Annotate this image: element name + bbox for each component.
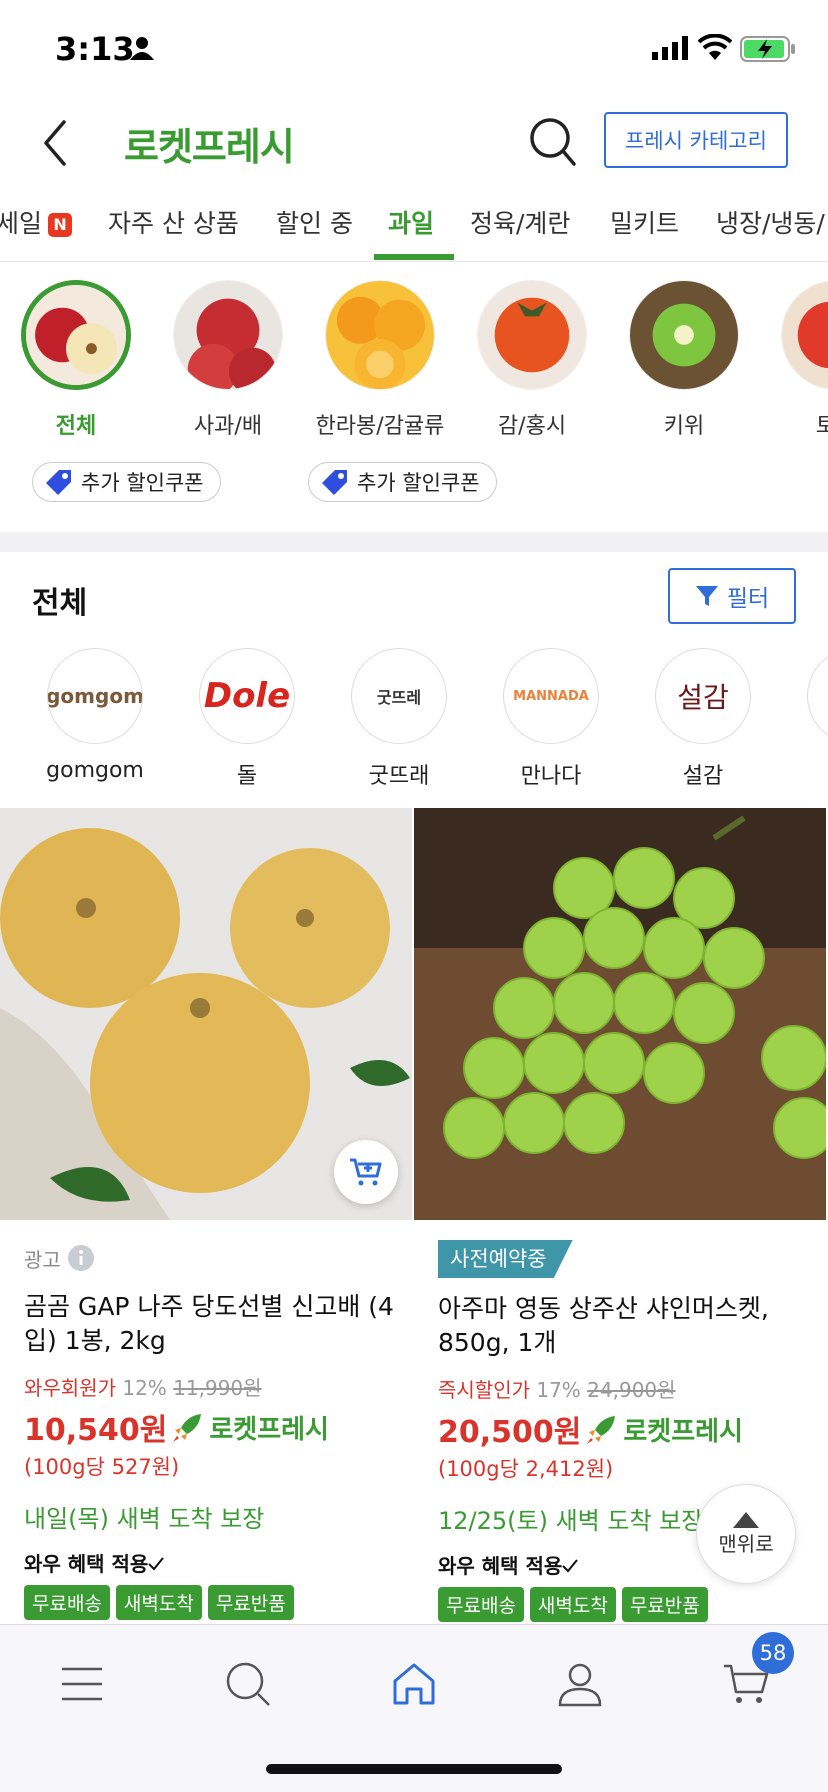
unit-price: (100g당 2,412원) (438, 1457, 614, 1481)
wow-benefit: 와우 혜택 적용 (24, 1548, 424, 1577)
brand-partial[interactable] (795, 648, 828, 744)
home-icon (393, 1663, 435, 1705)
product-image-grape[interactable] (414, 808, 826, 1220)
kiwi-image (629, 280, 739, 390)
product-name[interactable]: 아주마 영동 상주산 샤인머스켓, 850g, 1개 (438, 1292, 828, 1360)
goodtrae-logo: 굿뜨레 (351, 648, 447, 744)
chip-free-return: 무료반품 (207, 1585, 294, 1620)
coupon-tag-icon (46, 470, 71, 495)
tomato-image (781, 280, 828, 390)
product-price: 20,500원 로켓프레시 (438, 1415, 743, 1450)
brand-goodtrae[interactable]: 굿뜨레 굿뜨래 (339, 648, 459, 790)
product-name[interactable]: 곰곰 GAP 나주 당도선별 신고배 (4입) 1봉, 2kg (24, 1290, 424, 1358)
search-icon[interactable] (528, 114, 576, 168)
citrus-image (325, 280, 435, 390)
chip-dawn-delivery: 새벽도착 (529, 1587, 616, 1622)
cart-plus-icon (350, 1158, 382, 1186)
battery-charging-icon (740, 36, 795, 62)
preorder-badge: 사전예약중 (438, 1240, 573, 1278)
fresh-category-button[interactable]: 프레시 카테고리 (604, 112, 788, 168)
back-arrow-icon[interactable] (36, 118, 76, 168)
chip-dawn-delivery: 새벽도착 (115, 1585, 202, 1620)
nav-my-account[interactable] (540, 1649, 620, 1719)
section-title: 전체 (32, 586, 88, 621)
user-icon (558, 1663, 602, 1707)
coupon-badge[interactable]: 추가 할인쿠폰 (308, 462, 497, 502)
category-tabs: 세일 N 자주 산 상품 할인 중 과일 정육/계란 밀키트 냉장/냉동/ (0, 196, 828, 262)
tab-fruit[interactable]: 과일 (388, 204, 434, 240)
active-tab-indicator (374, 254, 454, 260)
price-detail: 즉시할인가 17% 24,900원 (438, 1378, 676, 1402)
price-detail: 와우회원가 12% 11,990원 (24, 1376, 262, 1400)
status-time: 3:13 (55, 30, 135, 68)
chip-free-return: 무료반품 (621, 1587, 708, 1622)
tab-frequent[interactable]: 자주 산 상품 (108, 204, 239, 240)
subcategory-persimmon[interactable]: 감/홍시 (467, 280, 597, 440)
person-icon (130, 37, 154, 60)
tab-sale[interactable]: 세일 N (0, 204, 73, 240)
subcategory-all[interactable]: 전체 (11, 280, 141, 440)
fruit-subcategories: 전체 사과/배 한라봉/감귤류 감/홍시 키위 토마 추가 할인쿠폰 (0, 262, 828, 532)
scroll-to-top-button[interactable]: 맨위로 (696, 1484, 796, 1584)
benefit-chips: 무료배송 새벽도착 무료반품 (438, 1587, 828, 1622)
section-divider (0, 532, 828, 552)
search-icon (226, 1662, 270, 1706)
add-to-cart-button[interactable] (334, 1140, 398, 1204)
coupon-tag-icon (322, 470, 347, 495)
persimmon-image (477, 280, 587, 390)
brand-dole[interactable]: Dole 돌 (187, 648, 307, 790)
nav-menu[interactable] (42, 1649, 122, 1719)
chip-free-shipping: 무료배송 (24, 1585, 110, 1620)
dole-logo: Dole (199, 648, 295, 744)
check-icon (562, 1559, 579, 1573)
apple-pear-image (173, 280, 283, 390)
nav-search[interactable] (208, 1649, 288, 1719)
rocket-icon (173, 1414, 202, 1442)
filter-button[interactable]: 필터 (668, 568, 796, 624)
tab-meat-egg[interactable]: 정육/계란 (470, 204, 570, 240)
hamburger-menu-icon (62, 1667, 102, 1701)
unit-price: (100g당 527원) (24, 1455, 180, 1479)
subcategory-kiwi[interactable]: 키위 (619, 280, 749, 440)
coupon-badge[interactable]: 추가 할인쿠폰 (32, 462, 221, 502)
home-indicator (266, 1764, 562, 1774)
subcategory-apple-pear[interactable]: 사과/배 (163, 280, 293, 440)
apple-image (21, 280, 131, 390)
tab-mealkit[interactable]: 밀키트 (610, 204, 679, 240)
ad-label: 광고 (24, 1240, 424, 1276)
brand-mannada[interactable]: MANNADA 만나다 (491, 648, 611, 790)
status-bar: 3:13 (0, 0, 828, 100)
mannada-logo: MANNADA (503, 648, 599, 744)
cellular-signal-icon (652, 36, 688, 60)
subcategory-citrus[interactable]: 한라봉/감귤류 (315, 280, 445, 440)
brand-gomgom[interactable]: gomgom gomgom (35, 648, 155, 783)
check-icon (148, 1557, 165, 1571)
wifi-icon (698, 34, 732, 60)
caret-up-icon (733, 1511, 759, 1528)
tab-frozen[interactable]: 냉장/냉동/ (716, 204, 825, 240)
product-card[interactable]: 광고 곰곰 GAP 나주 당도선별 신고배 (4입) 1봉, 2kg 와우회원가… (24, 1240, 424, 1620)
new-badge: N (48, 213, 73, 237)
page-title: 로켓프레시 (124, 125, 295, 169)
rocket-icon (587, 1416, 616, 1444)
brand-seolgam[interactable]: 설감 설감 (643, 648, 763, 790)
chip-free-shipping: 무료배송 (438, 1587, 524, 1622)
subcategory-tomato[interactable]: 토마 (771, 280, 828, 440)
tab-discount[interactable]: 할인 중 (276, 204, 353, 240)
brand-list: gomgom gomgom Dole 돌 굿뜨레 굿뜨래 MANNADA 만나다… (0, 644, 828, 794)
filter-icon (695, 586, 718, 606)
benefit-chips: 무료배송 새벽도착 무료반품 (24, 1585, 424, 1620)
cart-count-badge: 58 (752, 1632, 794, 1674)
seolgam-logo: 설감 (655, 648, 751, 744)
delivery-info: 내일(목) 새벽 도착 보장 (24, 1505, 265, 1533)
product-price: 10,540원 로켓프레시 (24, 1413, 329, 1448)
brand-logo (807, 648, 828, 744)
info-icon[interactable] (67, 1244, 95, 1272)
gomgom-logo: gomgom (47, 648, 143, 744)
nav-home[interactable] (374, 1649, 454, 1719)
